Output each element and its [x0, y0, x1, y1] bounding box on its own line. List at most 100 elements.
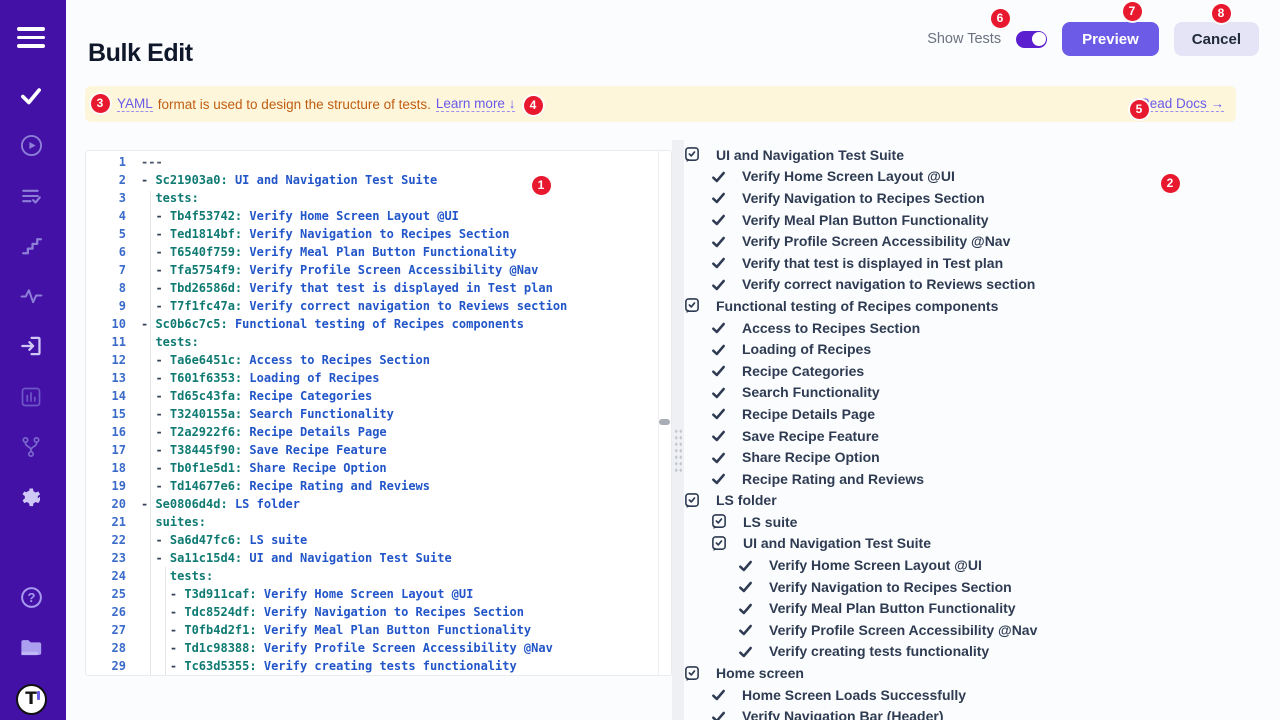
sign-in-icon[interactable]	[11, 326, 51, 366]
line-number: 3	[86, 189, 126, 207]
line-number: 8	[86, 279, 126, 297]
annotation-badge-6: 6	[991, 9, 1010, 28]
annotation-badge-8: 8	[1212, 4, 1231, 23]
svg-text:?: ?	[27, 589, 35, 604]
test-check-icon	[738, 622, 761, 637]
tree-item-label: Recipe Rating and Reviews	[742, 471, 924, 487]
line-number: 14	[86, 387, 126, 405]
show-tests-toggle[interactable]	[1016, 31, 1047, 48]
code-line: 10- Sc0b6c7c5: Functional testing of Rec…	[86, 315, 671, 333]
tree-item-label: Verify Profile Screen Accessibility @Nav	[742, 233, 1010, 249]
annotation-badge-7: 7	[1123, 2, 1142, 21]
line-number: 12	[86, 351, 126, 369]
test-check-icon	[711, 212, 734, 227]
line-number: 18	[86, 459, 126, 477]
check-icon[interactable]	[11, 76, 51, 116]
tree-suite-row: Home screen	[684, 662, 1280, 684]
hamburger-menu-icon[interactable]	[17, 27, 45, 53]
line-number: 2	[86, 171, 126, 189]
test-check-icon	[711, 342, 734, 357]
line-number: 22	[86, 531, 126, 549]
line-number: 10	[86, 315, 126, 333]
code-line: 24 tests:	[86, 567, 671, 585]
gear-icon[interactable]	[11, 477, 51, 517]
test-check-icon	[711, 190, 734, 205]
editor-scrollbar-thumb[interactable]	[659, 419, 670, 425]
tree-test-row: Verify Home Screen Layout @UI	[684, 554, 1280, 576]
activity-icon[interactable]	[11, 276, 51, 316]
test-check-icon	[711, 428, 734, 443]
line-number: 25	[86, 585, 126, 603]
list-check-icon[interactable]	[11, 176, 51, 216]
tree-test-row: Share Recipe Option	[684, 446, 1280, 468]
code-line: 17 - T38445f90: Save Recipe Feature	[86, 441, 671, 459]
test-check-icon	[738, 558, 761, 573]
tree-item-label: Verify that test is displayed in Test pl…	[742, 255, 1003, 271]
code-line: 21 suites:	[86, 513, 671, 531]
code-line: 9 - T7f1fc47a: Verify correct navigation…	[86, 297, 671, 315]
line-number: 13	[86, 369, 126, 387]
preview-button[interactable]: Preview	[1062, 22, 1159, 56]
bar-chart-icon[interactable]	[11, 377, 51, 417]
line-number: 28	[86, 639, 126, 657]
tree-item-label: Functional testing of Recipes components	[716, 298, 998, 314]
tree-suite-row: LS folder	[684, 490, 1280, 512]
annotation-badge-1: 1	[532, 176, 551, 195]
tree-item-label: Verify Meal Plan Button Functionality	[769, 600, 1016, 616]
test-check-icon	[711, 450, 734, 465]
test-check-icon	[711, 385, 734, 400]
indent-guide	[150, 191, 151, 675]
test-check-icon	[738, 601, 761, 616]
code-line: 18 - Tb0f1e5d1: Share Recipe Option	[86, 459, 671, 477]
code-line: 7 - Tfa5754f9: Verify Profile Screen Acc…	[86, 261, 671, 279]
tree-item-label: Home Screen Loads Successfully	[742, 687, 966, 703]
tree-item-label: Access to Recipes Section	[742, 320, 920, 336]
tree-item-label: Share Recipe Option	[742, 449, 880, 465]
code-line: 15 - T3240155a: Search Functionality	[86, 405, 671, 423]
yaml-editor[interactable]: 1---2- Sc21903a0: UI and Navigation Test…	[85, 150, 672, 676]
test-check-icon	[711, 709, 734, 720]
tree-test-row: Save Recipe Feature	[684, 425, 1280, 447]
steps-icon[interactable]	[11, 226, 51, 266]
tree-item-label: Verify Profile Screen Accessibility @Nav	[769, 622, 1037, 638]
yaml-link[interactable]: YAML	[117, 96, 153, 112]
line-number: 15	[86, 405, 126, 423]
cancel-button[interactable]: Cancel	[1174, 22, 1259, 56]
test-check-icon	[738, 644, 761, 659]
suite-checkbox-icon	[684, 492, 708, 509]
git-branch-icon[interactable]	[11, 427, 51, 467]
tree-test-row: Access to Recipes Section	[684, 317, 1280, 339]
tree-test-row: Verify Meal Plan Button Functionality	[684, 597, 1280, 619]
account-avatar[interactable]: T	[11, 679, 51, 719]
learn-more-link[interactable]: Learn more ↓	[436, 96, 516, 112]
line-number: 27	[86, 621, 126, 639]
code-line: 13 - T601f6353: Loading of Recipes	[86, 369, 671, 387]
tree-item-label: Verify creating tests functionality	[769, 643, 989, 659]
tree-item-label: Verify Home Screen Layout @UI	[769, 557, 982, 573]
tree-item-label: LS folder	[716, 492, 777, 508]
code-line: 2- Sc21903a0: UI and Navigation Test Sui…	[86, 171, 671, 189]
help-icon[interactable]: ?	[11, 577, 51, 617]
tree-item-label: Verify Navigation Bar (Header)	[742, 708, 944, 720]
line-number: 20	[86, 495, 126, 513]
page-title: Bulk Edit	[88, 39, 193, 68]
tree-test-row: Recipe Rating and Reviews	[684, 468, 1280, 490]
play-circle-icon[interactable]	[11, 125, 51, 165]
tree-test-row: Loading of Recipes	[684, 338, 1280, 360]
tree-item-label: Search Functionality	[742, 384, 880, 400]
code-line: 16 - T2a2922f6: Recipe Details Page	[86, 423, 671, 441]
test-check-icon	[711, 255, 734, 270]
tree-suite-row: UI and Navigation Test Suite	[684, 533, 1280, 555]
folder-icon[interactable]	[11, 627, 51, 667]
splitter-drag-handle-icon[interactable]	[674, 428, 683, 474]
line-number: 19	[86, 477, 126, 495]
test-check-icon	[711, 320, 734, 335]
tree-item-label: Verify Meal Plan Button Functionality	[742, 212, 989, 228]
tree-item-label: Verify Navigation to Recipes Section	[769, 579, 1012, 595]
read-docs-link[interactable]: Read Docs →	[1140, 96, 1224, 112]
tree-test-row: Verify correct navigation to Reviews sec…	[684, 274, 1280, 296]
test-check-icon	[711, 234, 734, 249]
tree-item-label: Save Recipe Feature	[742, 428, 879, 444]
code-line: 20- Se0806d4d: LS folder	[86, 495, 671, 513]
toggle-knob	[1032, 32, 1046, 46]
